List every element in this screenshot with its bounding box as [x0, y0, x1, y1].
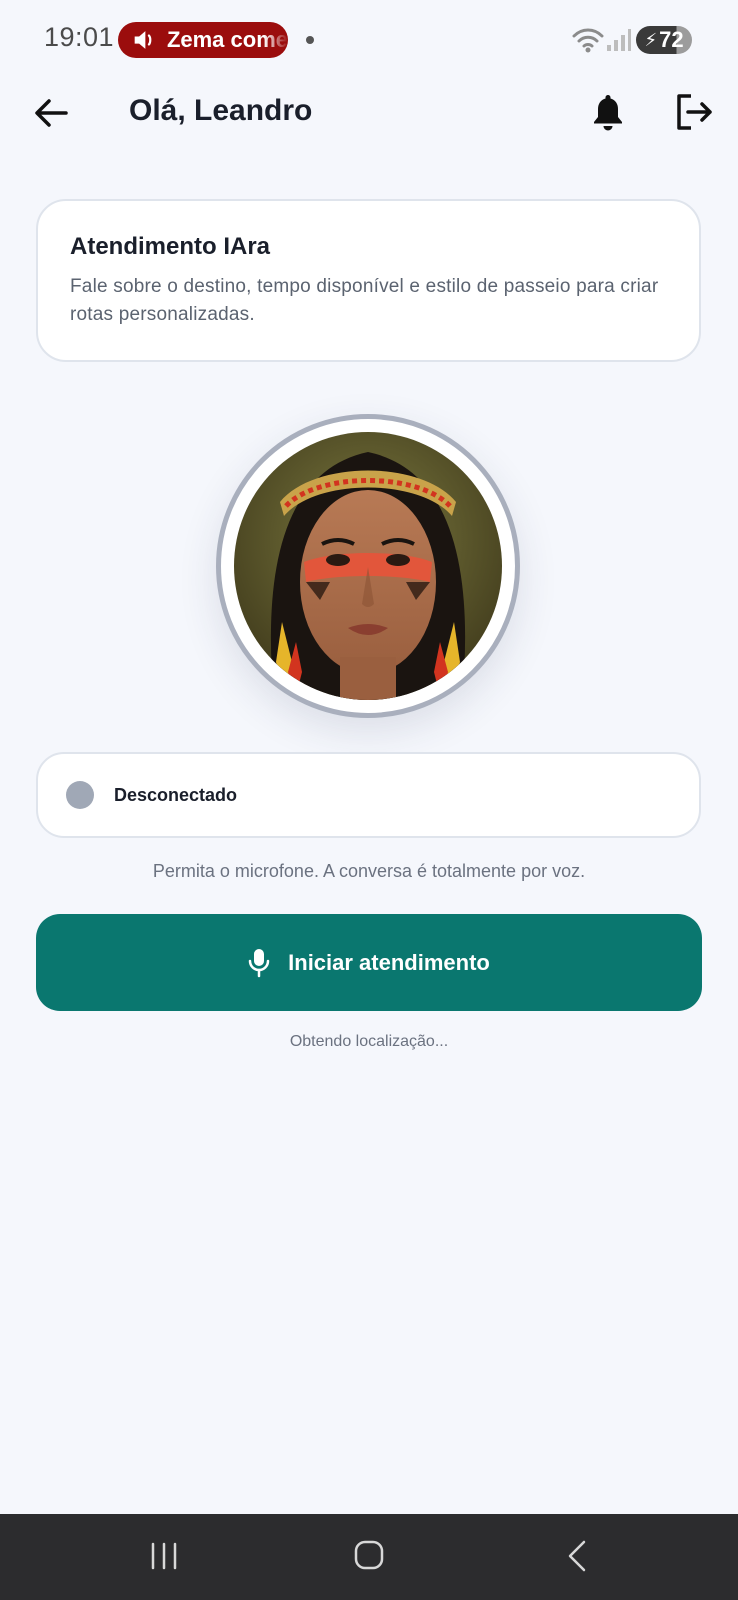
page-title: Olá, Leandro [129, 94, 313, 127]
status-time: 19:01 [44, 22, 115, 52]
microphone-hint: Permita o microfone. A conversa é totalm… [152, 861, 586, 881]
location-status: Obtendo localização... [289, 1033, 449, 1050]
recent-apps-icon[interactable] [150, 1542, 178, 1570]
connection-status-text: Desconectado [114, 784, 238, 805]
status-indicator-dot [66, 781, 94, 809]
arrow-left-icon[interactable] [32, 94, 70, 132]
speaker-icon [134, 31, 152, 49]
back-nav-icon[interactable] [566, 1540, 588, 1572]
notification-dot [306, 36, 314, 44]
assistant-avatar [234, 432, 502, 700]
card-description: Fale sobre o destino, tempo disponível e… [70, 276, 659, 325]
avatar-frame [216, 414, 520, 718]
charging-icon: ⚡ [644, 29, 658, 50]
status-bar: 19:01 Zema come ⚡ 72 [0, 0, 738, 80]
assistant-info-card: Atendimento IAra Fale sobre o destino, t… [36, 199, 701, 362]
battery-level: 72 [659, 27, 684, 52]
logout-icon[interactable] [674, 92, 714, 132]
start-session-button[interactable]: Iniciar atendimento [36, 914, 702, 1011]
media-playing-chip[interactable]: Zema come [118, 22, 288, 58]
microphone-icon [248, 948, 270, 977]
start-session-label: Iniciar atendimento [288, 949, 490, 975]
battery-indicator: ⚡ 72 [636, 26, 692, 54]
bell-icon[interactable] [590, 92, 626, 132]
card-title: Atendimento IAra [70, 233, 271, 260]
signal-icon [607, 29, 631, 51]
wifi-icon [572, 28, 604, 53]
system-nav-bar [0, 1514, 738, 1600]
media-label: Zema come [166, 27, 288, 52]
home-icon[interactable] [354, 1540, 384, 1570]
connection-status: Desconectado [36, 752, 701, 838]
app-header: Olá, Leandro [0, 80, 738, 160]
